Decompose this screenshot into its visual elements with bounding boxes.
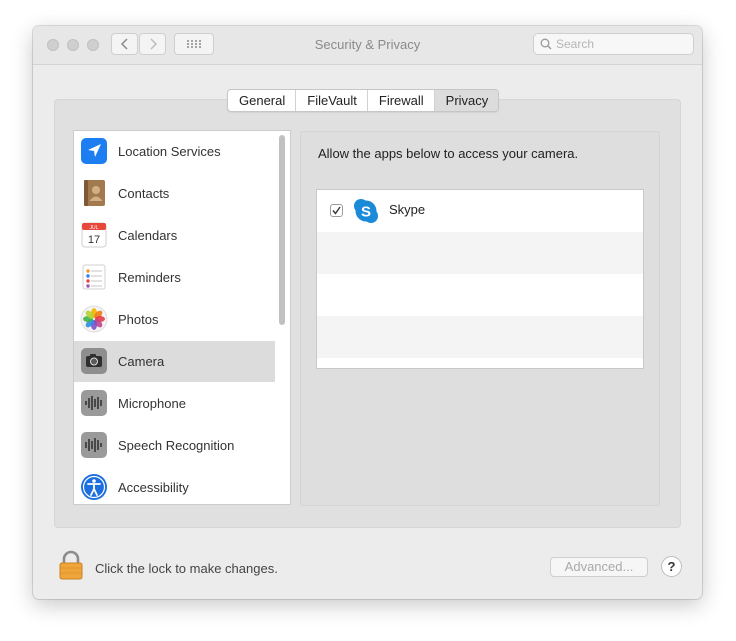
search-field[interactable] [533,33,694,55]
svg-text:S: S [361,204,371,221]
lock-icon[interactable] [58,550,84,580]
title-bar: Security & Privacy [33,26,702,65]
sidebar-item-camera[interactable]: Camera [74,341,275,382]
tab-filevault[interactable]: FileVault [296,90,368,111]
tab-bar: General FileVault Firewall Privacy [227,89,500,112]
tab-general[interactable]: General [228,90,297,111]
sidebar-item-photos[interactable]: Photos [74,299,275,340]
sidebar-item-label: Reminders [118,270,181,285]
sidebar-item-label: Location Services [118,144,221,159]
tab-privacy[interactable]: Privacy [434,90,499,111]
camera-icon [81,348,107,374]
tab-firewall[interactable]: Firewall [368,90,435,111]
location-arrow-icon [81,138,107,164]
app-permission-list[interactable]: S Skype [316,189,644,369]
calendar-month-text: JUL [90,225,99,231]
calendar-icon: JUL 17 [81,222,107,248]
sidebar-item-speech-recognition[interactable]: Speech Recognition [74,425,275,466]
skype-permission-checkbox[interactable] [330,204,343,217]
sidebar-item-label: Photos [118,312,159,327]
microphone-waveform-icon [81,390,107,416]
contacts-book-icon [84,180,105,206]
sidebar-item-contacts[interactable]: Contacts [74,173,275,214]
privacy-category-list[interactable]: Location Services Contacts JUL 17 Calend… [73,130,291,505]
sidebar-item-label: Calendars [118,228,178,243]
reminders-list-icon [82,264,106,290]
photos-flower-icon [80,305,108,333]
sidebar-item-calendars[interactable]: JUL 17 Calendars [74,215,275,256]
sidebar-scrollbar-thumb[interactable] [279,135,285,325]
list-empty-row [317,232,643,274]
app-name: Skype [389,202,426,217]
search-icon [540,38,552,50]
sidebar-item-label: Microphone [118,396,186,411]
checkmark-icon [332,206,341,215]
sidebar-item-label: Contacts [118,186,170,201]
accessibility-person-icon [81,474,107,500]
sidebar-item-label: Speech Recognition [118,438,235,453]
sidebar-item-microphone[interactable]: Microphone [74,383,275,424]
skype-icon: S [354,199,378,223]
sidebar-item-label: Accessibility [118,480,189,495]
speech-waveform-icon [81,432,107,458]
help-button[interactable]: ? [661,556,682,577]
advanced-button[interactable]: Advanced... [550,557,648,577]
list-empty-row [317,274,643,316]
list-empty-row [317,316,643,358]
sidebar-item-label: Camera [118,354,165,369]
sidebar-scrollbar[interactable] [275,131,289,504]
sidebar-item-location-services[interactable]: Location Services [74,131,275,172]
camera-access-pane: Allow the apps below to access your came… [300,131,660,506]
sidebar-item-reminders[interactable]: Reminders [74,257,275,298]
app-row-skype[interactable]: S Skype [317,190,643,232]
lock-instruction-text: Click the lock to make changes. [95,561,278,576]
security-privacy-window: Security & Privacy General FileVault Fir… [33,26,702,599]
sidebar-item-accessibility[interactable]: Accessibility [74,467,275,504]
calendar-day-text: 17 [88,234,100,246]
instructions-text: Allow the apps below to access your came… [318,146,579,161]
search-input[interactable] [556,37,684,51]
